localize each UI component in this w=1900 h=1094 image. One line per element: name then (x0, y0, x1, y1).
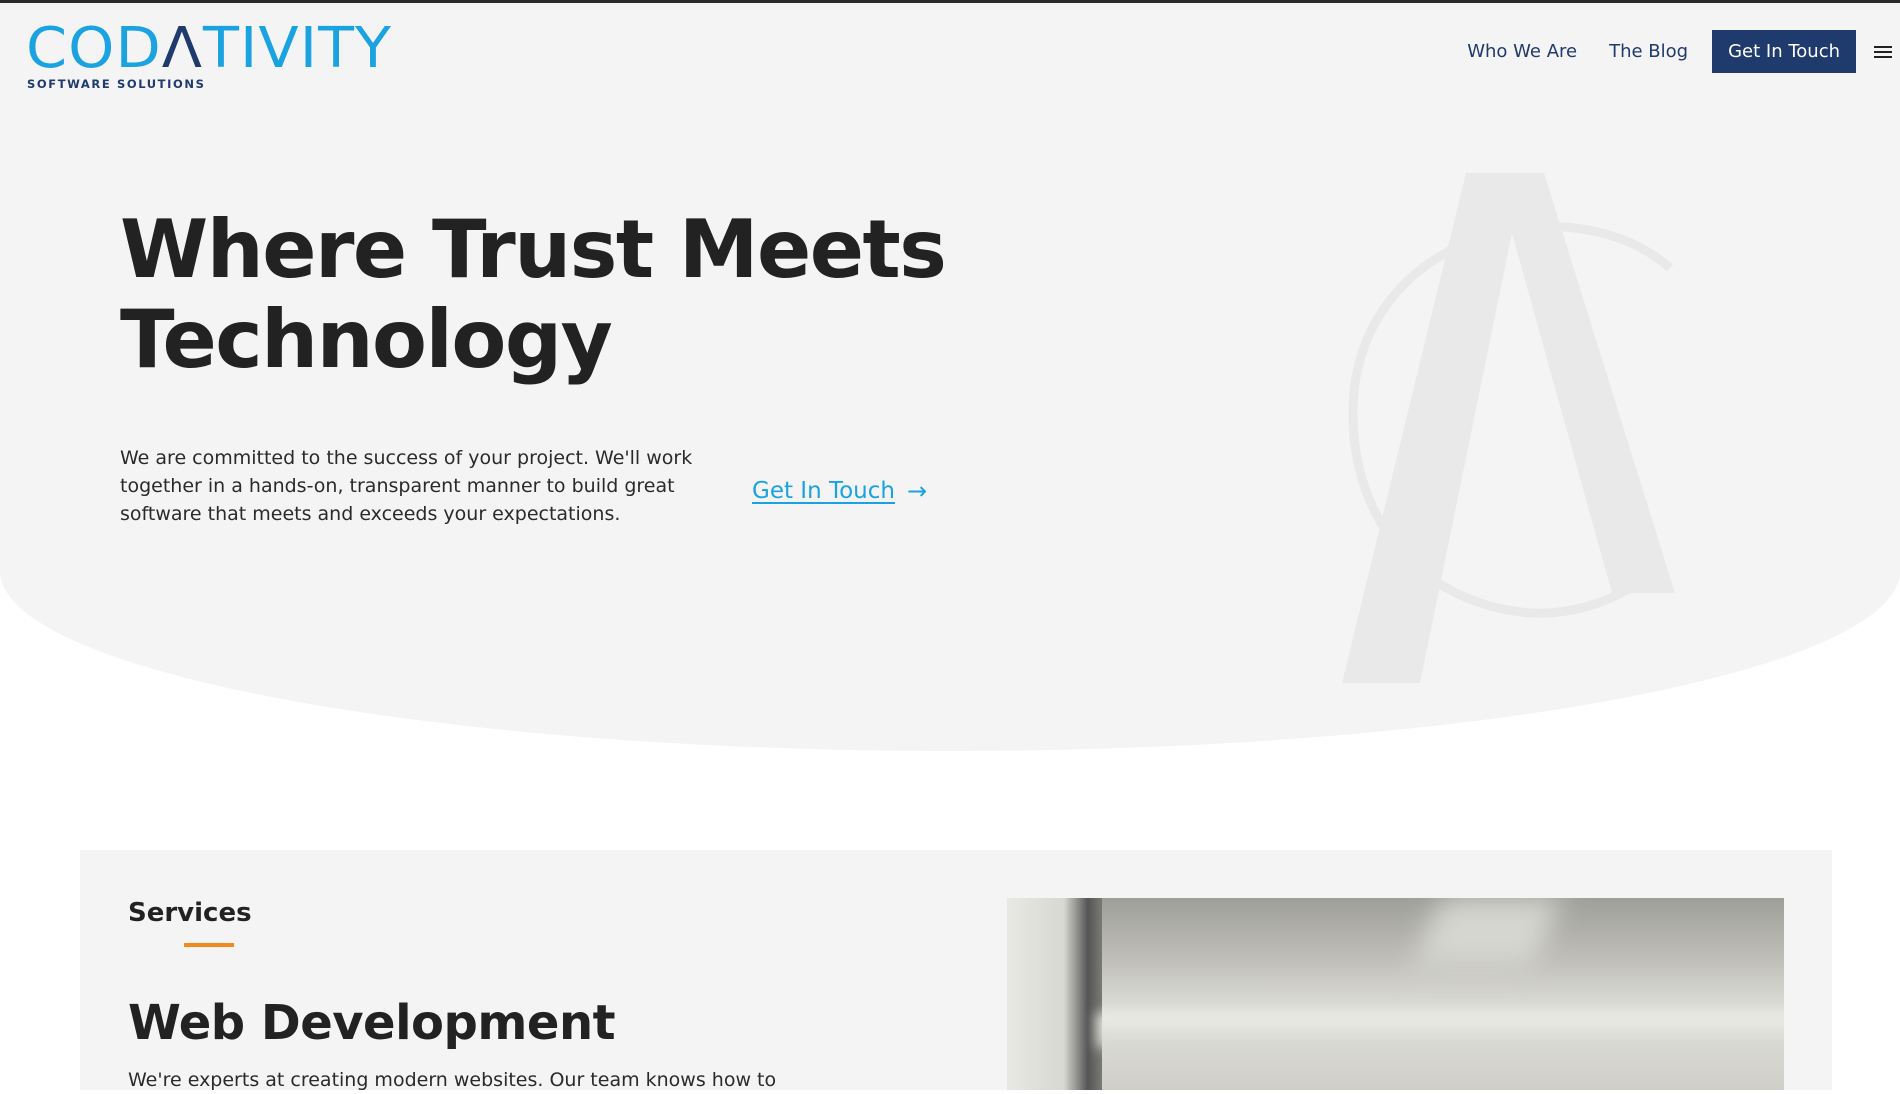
hero-title: Where Trust Meets Technology (120, 205, 1020, 385)
get-in-touch-button[interactable]: Get In Touch (1712, 30, 1856, 73)
service-image (1007, 898, 1784, 1090)
hero-title-line-1: Where Trust Meets (120, 203, 947, 296)
services-card: Services Web Development We're experts a… (80, 850, 1832, 1091)
hero-get-in-touch-link[interactable]: Get In Touch → (752, 477, 927, 505)
brand-a-logo-icon (1342, 173, 1675, 683)
services-label: Services (128, 898, 252, 928)
hamburger-icon[interactable] (1874, 45, 1892, 58)
nav-link-who-we-are[interactable]: Who We Are (1467, 41, 1577, 62)
hero-description: We are committed to the success of your … (120, 447, 693, 525)
main-nav: Who We Are The Blog Get In Touch (1467, 30, 1900, 73)
nav-link-the-blog[interactable]: The Blog (1609, 41, 1688, 62)
hero-title-line-2: Technology (120, 293, 613, 386)
hero-link-label: Get In Touch (752, 478, 895, 504)
brand-logo[interactable]: CODΛTIVITY SOFTWARE SOLUTIONS (26, 21, 391, 92)
site-header: CODΛTIVITY SOFTWARE SOLUTIONS Who We Are… (0, 3, 1900, 103)
service-description: We're experts at creating modern website… (128, 1069, 777, 1091)
services-underline (184, 943, 234, 947)
service-title: Web Development (128, 995, 616, 1051)
logo-wordmark: CODΛTIVITY (26, 16, 393, 81)
arrow-right-icon: → (907, 477, 928, 505)
logo-tagline: SOFTWARE SOLUTIONS (27, 77, 206, 91)
